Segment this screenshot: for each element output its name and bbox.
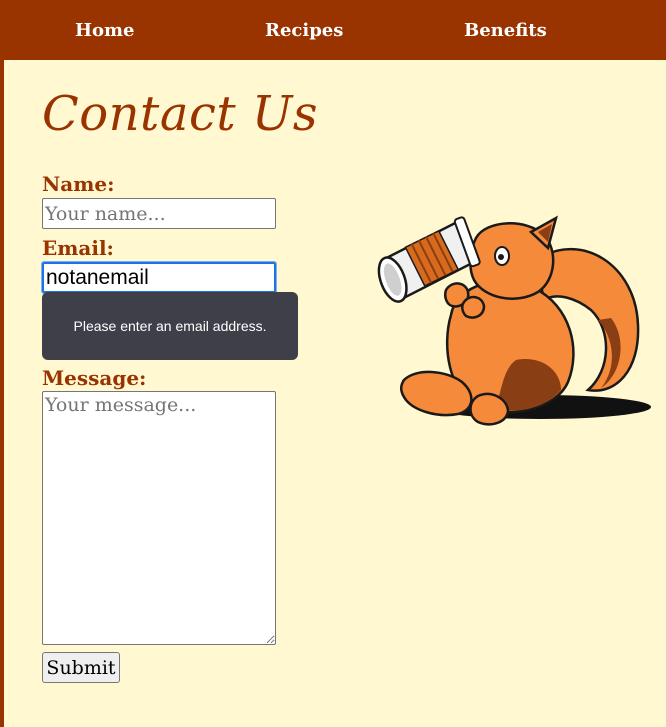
top-navbar: Home Recipes Benefits bbox=[0, 0, 666, 60]
validation-message: Please enter an email address. bbox=[73, 318, 267, 334]
foot-shape-2 bbox=[469, 392, 510, 426]
message-label: Message: bbox=[42, 366, 147, 390]
nav-recipes-link[interactable]: Recipes bbox=[265, 20, 343, 41]
squirrel-coffee-illustration bbox=[377, 215, 651, 426]
paw-shape-2 bbox=[461, 295, 486, 319]
email-input[interactable] bbox=[41, 261, 277, 294]
validation-tooltip: Please enter an email address. bbox=[42, 292, 298, 360]
page-title: Contact Us bbox=[42, 86, 318, 142]
submit-button[interactable]: Submit bbox=[42, 652, 120, 683]
nav-benefits-link[interactable]: Benefits bbox=[464, 20, 547, 41]
message-textarea[interactable] bbox=[42, 391, 276, 645]
pupil-shape bbox=[498, 254, 504, 260]
nav-home-link[interactable]: Home bbox=[75, 20, 135, 41]
name-input[interactable] bbox=[42, 198, 276, 229]
email-label: Email: bbox=[42, 236, 114, 260]
page: Home Recipes Benefits Contact Us Name: E… bbox=[0, 0, 666, 727]
name-label: Name: bbox=[42, 172, 115, 196]
